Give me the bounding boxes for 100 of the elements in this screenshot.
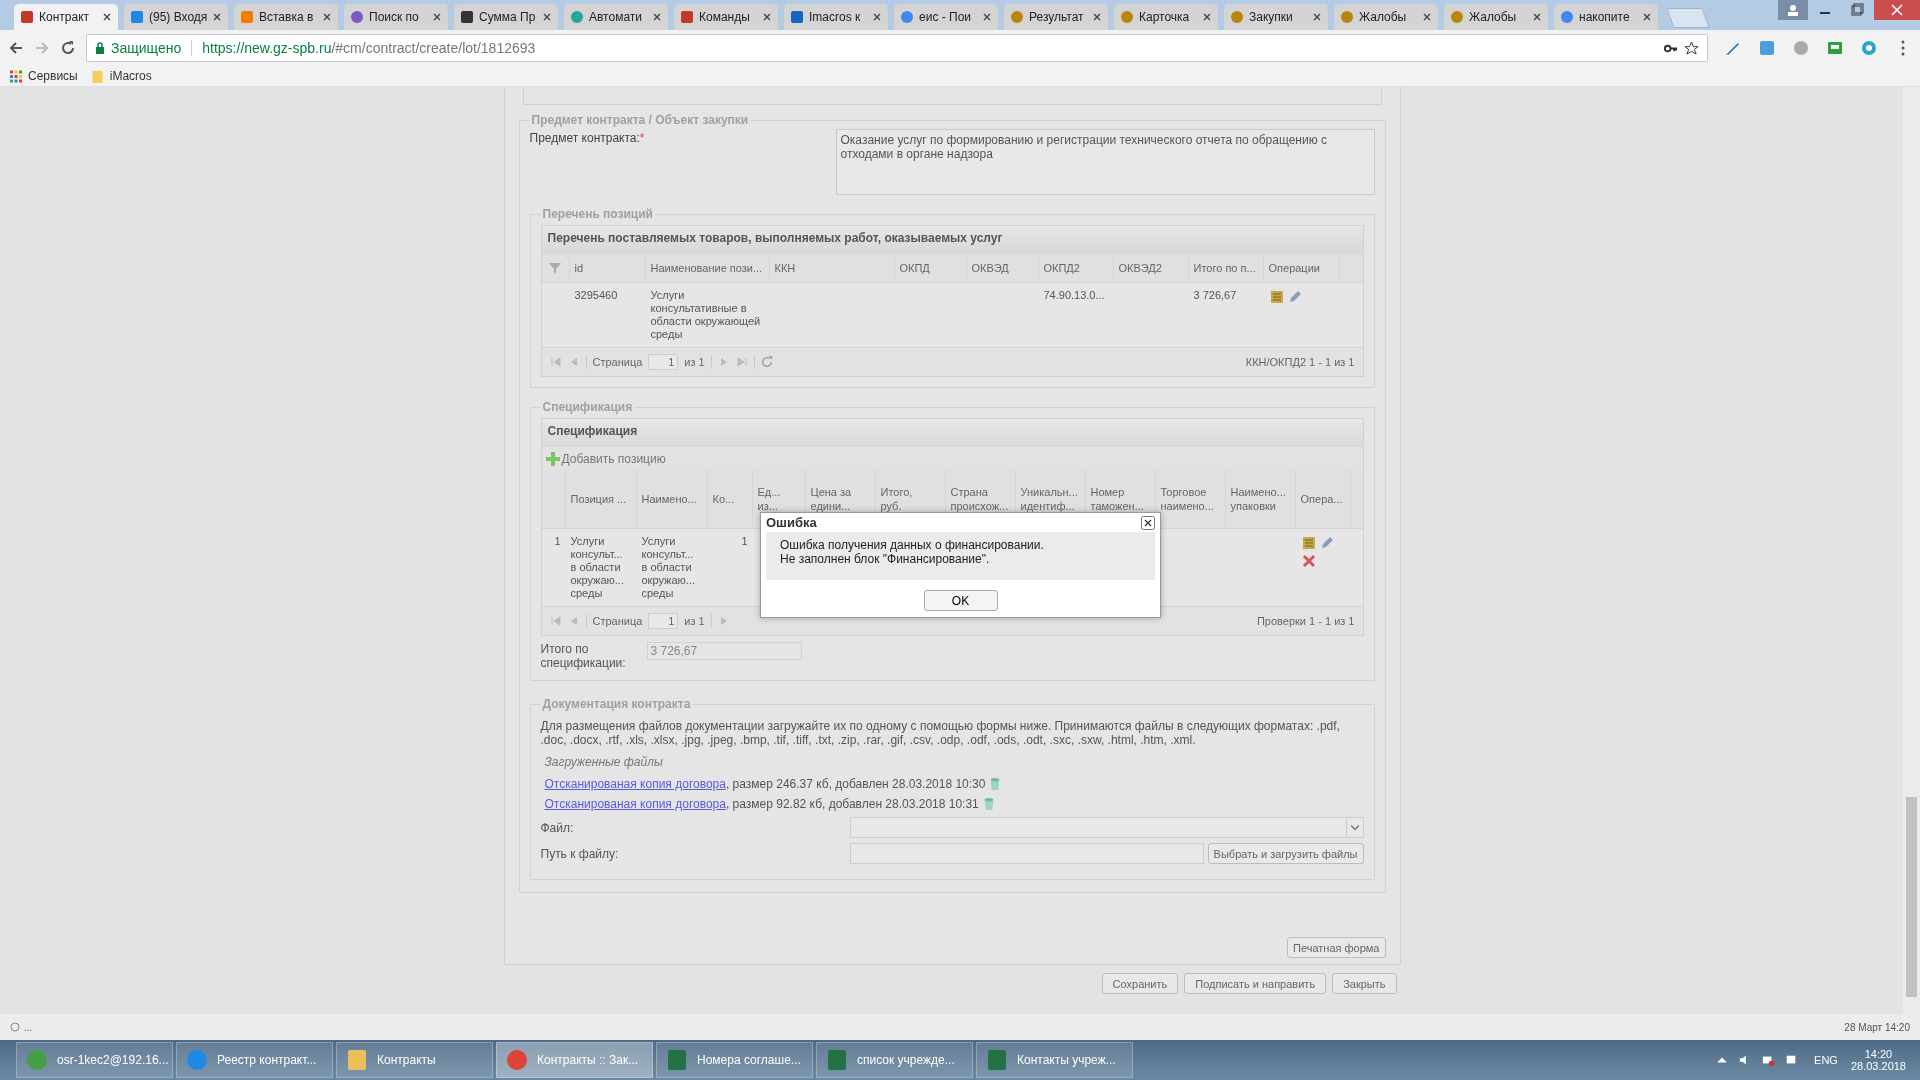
address-field[interactable]: Защищено https://new.gz-spb.ru/#cm/contract/create/lot/1812693 [86, 34, 1708, 62]
column-header[interactable]: Наименование пози... [645, 254, 770, 282]
taskbar-item[interactable]: Контракты [336, 1042, 493, 1078]
browser-tab[interactable]: Жалобы [1334, 4, 1438, 30]
column-header[interactable]: id [569, 254, 646, 282]
close-icon[interactable] [652, 12, 662, 22]
file-link[interactable]: Отсканированая копия договора [544, 797, 726, 811]
scroll-icon[interactable] [1268, 289, 1285, 305]
column-header[interactable]: Ед... из... [757, 485, 781, 513]
favicon-icon [130, 10, 144, 24]
column-header[interactable]: ККН [769, 254, 895, 282]
section-legend: Спецификация [540, 400, 635, 414]
browser-tab[interactable]: Imacros к [784, 4, 888, 30]
file-path-field[interactable] [849, 843, 1204, 864]
reload-icon[interactable] [60, 40, 76, 56]
add-position-button[interactable]: Добавить позицию [545, 451, 666, 466]
back-icon[interactable] [8, 40, 24, 56]
scroll-icon[interactable] [1300, 535, 1317, 551]
close-icon[interactable] [102, 12, 112, 22]
browser-tab[interactable]: Автомати [564, 4, 668, 30]
close-icon[interactable] [872, 12, 882, 22]
taskbar-item[interactable]: osr-1kec2@192.16... [16, 1042, 173, 1078]
column-header[interactable]: Цена за едини... [810, 485, 852, 513]
upload-hint: Для размещения файлов документации загружайте их по одному с помощью формы ниже. Принимаются файлы в следующих форматах: .pdf, .doc, .docx, .rtf, .xls, .xlsx, .jpg, .jpeg, .bmp, .tif, .tiff, .txt, .zip, .rar, .gif, .csv, .odp, .odf, .ods, .odt, .sxc, .sxw, .html, .htm, .xml. [540, 719, 1341, 747]
favicon-icon [1340, 10, 1354, 24]
gear-icon[interactable] [1860, 39, 1878, 57]
taskbar-item[interactable]: Номера соглаше... [656, 1042, 813, 1078]
column-header[interactable]: Уникальн... идентиф... [1020, 485, 1078, 513]
browser-tab[interactable]: Команды [674, 4, 778, 30]
error-message: Не заполнен блок "Финансирование". [780, 552, 991, 566]
bookmark[interactable]: iMacros [91, 69, 152, 83]
browser-tab[interactable]: Контракт [14, 4, 118, 30]
column-header[interactable]: Итого, руб. [880, 485, 913, 513]
clock-date[interactable]: 28.03.2018 [1850, 1060, 1906, 1072]
column-header[interactable]: Торговое наимено... [1160, 485, 1214, 513]
close-icon[interactable] [1312, 12, 1322, 22]
favicon-icon [240, 10, 254, 24]
upload-button[interactable]: Выбрать и загрузить файлы [1207, 843, 1364, 864]
taskbar-item[interactable]: Реестр контракт... [176, 1042, 333, 1078]
column-header[interactable]: ОКПД2 [1038, 254, 1114, 282]
form-button[interactable]: Закрыть [1332, 973, 1397, 994]
taskbar-item[interactable]: Контракты :: Зак... [496, 1042, 653, 1078]
network-icon[interactable] [1762, 1054, 1775, 1066]
column-header[interactable]: Итого по п... [1188, 254, 1264, 282]
browser-tab[interactable]: Жалобы [1444, 4, 1548, 30]
close-icon[interactable] [212, 12, 222, 22]
taskbar-item[interactable]: Контакты учреж... [976, 1042, 1133, 1078]
close-icon[interactable] [542, 12, 552, 22]
column-header[interactable]: ОКВЭД [966, 254, 1039, 282]
column-header[interactable]: ОКВЭД2 [1113, 254, 1189, 282]
browser-tab[interactable]: Сумма Пр [454, 4, 558, 30]
column-header[interactable]: ОКПД [894, 254, 967, 282]
clock-time[interactable]: 14:20 [1864, 1048, 1893, 1060]
browser-tab[interactable]: Вставка в [234, 4, 338, 30]
total-field[interactable]: 3 726,67 [646, 642, 802, 660]
browser-tab[interactable]: Результат [1004, 4, 1108, 30]
close-icon[interactable] [1422, 12, 1432, 22]
close-icon[interactable] [432, 12, 442, 22]
bookmark[interactable]: Сервисы [10, 69, 78, 83]
taskbar-item[interactable]: список учрежде... [816, 1042, 973, 1078]
close-icon[interactable] [982, 12, 992, 22]
ok-button[interactable]: OK [923, 590, 998, 611]
column-header[interactable]: Страна происхож... [950, 485, 1009, 513]
file-link[interactable]: Отсканированая копия договора [544, 777, 726, 791]
column-header[interactable]: Ко... [712, 492, 735, 506]
app-icon [25, 1048, 49, 1072]
table-cell: 1 [741, 535, 748, 547]
browser-tab[interactable]: Закупки [1224, 4, 1328, 30]
extension-icon[interactable] [1826, 39, 1844, 57]
print-form-button[interactable]: Печатная форма [1287, 937, 1386, 958]
close-icon[interactable] [762, 12, 772, 22]
column-header[interactable]: Номер таможен... [1090, 485, 1144, 513]
extension-icon[interactable] [1758, 39, 1776, 57]
close-icon[interactable] [1642, 12, 1652, 22]
close-icon[interactable] [1141, 515, 1155, 530]
browser-tab[interactable]: Карточка [1114, 4, 1218, 30]
close-icon[interactable] [1202, 12, 1212, 22]
page-label: Страница [592, 356, 643, 368]
user-icon[interactable] [1778, 0, 1808, 20]
column-header[interactable]: Позиция ... [570, 492, 627, 506]
column-header[interactable]: Операции [1263, 254, 1340, 282]
column-header[interactable]: Наимено... [641, 492, 697, 506]
star-icon[interactable] [1684, 40, 1699, 56]
page-field[interactable]: 1 [648, 354, 679, 370]
page-field[interactable]: 1 [648, 613, 679, 629]
browser-tab[interactable]: накопите [1554, 4, 1658, 30]
column-header[interactable]: Наимено... упаковки [1230, 485, 1286, 513]
browser-tab[interactable]: еис - Пои [894, 4, 998, 30]
table-cell: 74.90.13.0... [1043, 289, 1105, 301]
scrollbar[interactable] [1903, 87, 1920, 1014]
subject-field[interactable]: Оказание услуг по формированию и регистрации технического отчета по обращению с отходами в органе надзора [835, 129, 1375, 195]
form-button[interactable]: Сохранить [1101, 973, 1179, 994]
language-indicator[interactable]: ENG [1814, 1054, 1838, 1066]
browser-tab[interactable]: (95) Входя [124, 4, 228, 30]
close-icon[interactable] [1532, 12, 1542, 22]
column-header[interactable]: Опера... [1300, 492, 1343, 506]
browser-tab[interactable]: Поиск по [344, 4, 448, 30]
close-icon[interactable] [322, 12, 332, 22]
form-button[interactable]: Подписать и направить [1184, 973, 1327, 994]
close-icon[interactable] [1092, 12, 1102, 22]
